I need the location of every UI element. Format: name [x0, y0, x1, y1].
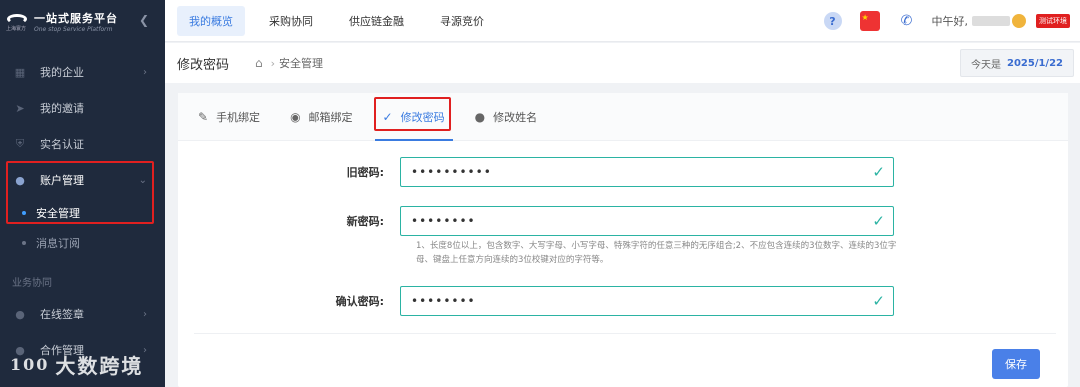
user-name-blurred[interactable] — [972, 16, 1010, 26]
edit-icon: ✎ — [198, 109, 209, 124]
sidebar-subitem-label: 安全管理 — [36, 207, 80, 220]
top-tab-supply-chain-finance[interactable]: 供应链金融 — [337, 6, 416, 36]
sidebar-subitem-label: 消息订阅 — [36, 237, 80, 250]
sidebar-item-account-management[interactable]: ● 账户管理 ⌄ — [0, 162, 165, 198]
form-row-new-password: 新密码: •••••••• ✓ — [178, 206, 1068, 236]
watermark-text: 大数跨境 — [55, 354, 144, 378]
greeting-text: 中午好, — [931, 15, 969, 28]
logo-title: 一站式服务平台 — [34, 11, 118, 25]
building-icon: ▦ — [14, 65, 26, 79]
chevron-right-icon: › — [143, 308, 147, 320]
sidebar-item-label: 账户管理 — [40, 174, 84, 187]
top-nav: 我的概览 采购协同 供应链金融 寻源竞价 ? ★ ✆ 中午好, 测试环境 — [165, 0, 1080, 42]
tab-change-password[interactable]: ✓ 修改密码 — [371, 93, 457, 141]
collapse-sidebar-icon[interactable]: ❮ — [139, 13, 149, 27]
bullet-icon — [22, 211, 26, 215]
sidebar-item-label: 我的邀请 — [40, 102, 84, 115]
old-password-field[interactable]: •••••••••• ✓ — [400, 157, 894, 187]
new-password-field[interactable]: •••••••• ✓ — [400, 206, 894, 236]
user-icon: ● — [15, 173, 25, 187]
top-tab-sourcing[interactable]: 寻源竞价 — [428, 6, 496, 36]
sidebar-item-online-signature[interactable]: ● 在线签章 › — [0, 296, 165, 332]
form-row-confirm-password: 确认密码: •••••••• ✓ — [178, 286, 1068, 316]
tab-email-binding[interactable]: ◉ 邮箱绑定 — [278, 93, 364, 141]
tab-label: 修改密码 — [400, 110, 445, 124]
flag-icon[interactable]: ★ — [859, 11, 880, 31]
divider — [194, 333, 1056, 334]
date-display: 今天是 2025/1/22 — [959, 49, 1074, 77]
medal-icon — [1012, 14, 1026, 28]
bullet-icon — [22, 241, 26, 245]
password-hint: 1、长度8位以上，包含数字、大写字母、小写字母、特殊字符的任意三种的无序组合;2… — [416, 241, 897, 265]
date-prefix: 今天是 — [970, 59, 1001, 71]
watermark: 100 大数跨境 — [10, 350, 143, 379]
valid-check-icon: ✓ — [872, 212, 885, 230]
sidebar-subitem-message-subscription[interactable]: 消息订阅 — [0, 228, 165, 258]
chevron-right-icon: › — [143, 66, 147, 78]
phone-icon[interactable]: ✆ — [898, 12, 916, 30]
home-icon[interactable]: ⌂ — [255, 56, 263, 70]
check-icon: ✓ — [382, 109, 393, 124]
logo[interactable]: 上海寰方 一站式服务平台 One stop Service Platform ❮ — [0, 0, 165, 42]
tab-label: 手机绑定 — [216, 110, 261, 124]
confirm-password-value: •••••••• — [411, 294, 476, 308]
tab-label: 修改姓名 — [493, 110, 538, 124]
sidebar-subitem-security[interactable]: 安全管理 — [0, 198, 165, 228]
save-button[interactable]: 保存 — [992, 349, 1040, 379]
breadcrumb-current: 安全管理 — [279, 57, 324, 70]
top-tab-procurement[interactable]: 采购协同 — [257, 6, 325, 36]
sidebar-item-real-name-auth[interactable]: ⛨ 实名认证 — [0, 126, 165, 162]
new-password-value: •••••••• — [411, 214, 476, 228]
sidebar-item-my-company[interactable]: ▦ 我的企业 › — [0, 54, 165, 90]
date-value: 2025/1/22 — [1006, 57, 1063, 69]
settings-card: ✎ 手机绑定 ◉ 邮箱绑定 ✓ 修改密码 ● 修改姓名 旧密码: •••••••… — [178, 93, 1068, 387]
sidebar-item-my-invitations[interactable]: ➤ 我的邀请 — [0, 90, 165, 126]
tab-phone-binding[interactable]: ✎ 手机绑定 — [186, 93, 272, 141]
tab-change-name[interactable]: ● 修改姓名 — [463, 93, 549, 141]
settings-tabs: ✎ 手机绑定 ◉ 邮箱绑定 ✓ 修改密码 ● 修改姓名 — [178, 93, 1068, 141]
logo-icon: 上海寰方 — [6, 10, 28, 32]
binoculars-icon: ◉ — [290, 109, 301, 124]
user-icon: ● — [15, 307, 25, 321]
sidebar-item-label: 在线签章 — [40, 308, 84, 321]
chevron-right-icon: › — [143, 344, 147, 356]
valid-check-icon: ✓ — [872, 292, 885, 310]
page-title: 修改密码 — [177, 57, 230, 73]
new-password-label: 新密码: — [346, 215, 384, 228]
top-tab-overview[interactable]: 我的概览 — [177, 5, 245, 36]
shield-icon: ⛨ — [15, 137, 25, 150]
person-icon: ● — [474, 109, 486, 124]
logo-subtitle: One stop Service Platform — [34, 25, 113, 33]
chevron-down-icon: ⌄ — [138, 174, 147, 186]
send-icon: ➤ — [15, 101, 25, 115]
sidebar: 上海寰方 一站式服务平台 One stop Service Platform ❮… — [0, 0, 165, 387]
tab-label: 邮箱绑定 — [308, 110, 353, 124]
old-password-label: 旧密码: — [346, 166, 384, 179]
watermark-logo-icon: 100 — [10, 355, 50, 374]
confirm-password-label: 确认密码: — [335, 295, 384, 308]
breadcrumb-separator: › — [270, 56, 276, 70]
sidebar-group-label: 业务协同 — [12, 277, 52, 289]
valid-check-icon: ✓ — [872, 163, 885, 181]
form-row-old-password: 旧密码: •••••••••• ✓ — [178, 157, 1068, 187]
help-icon[interactable]: ? — [823, 12, 842, 30]
sidebar-item-label: 实名认证 — [40, 138, 84, 151]
page-header: 修改密码 ⌂ › 安全管理 今天是 2025/1/22 — [165, 43, 1080, 83]
env-badge: 测试环境 — [1036, 14, 1070, 28]
logo-small-text: 上海寰方 — [6, 26, 27, 32]
confirm-password-field[interactable]: •••••••• ✓ — [400, 286, 894, 316]
breadcrumb: ⌂ › 安全管理 — [255, 55, 323, 71]
sidebar-item-label: 我的企业 — [40, 66, 84, 79]
old-password-value: •••••••••• — [411, 165, 492, 179]
